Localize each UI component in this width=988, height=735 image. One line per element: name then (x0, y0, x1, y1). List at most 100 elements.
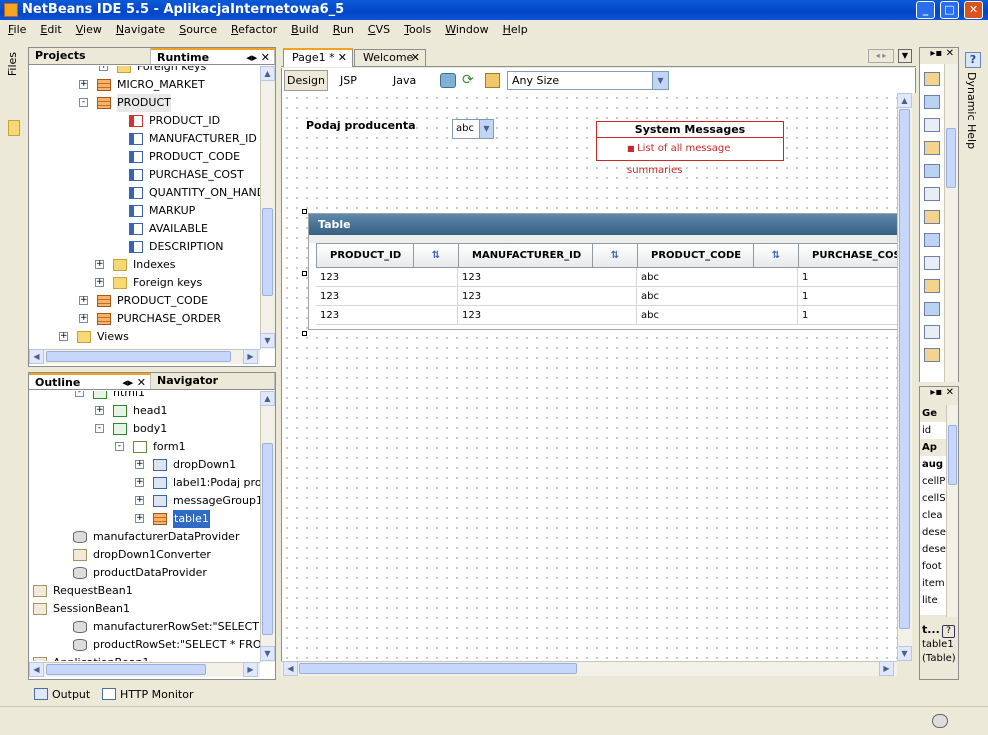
outline-item[interactable]: - html1 (29, 391, 261, 402)
calendar-icon[interactable] (924, 210, 940, 224)
tab-welcome[interactable]: Welcome ✕ (354, 49, 426, 66)
size-select[interactable]: Any Size ▼ (507, 71, 669, 90)
grid-panel-icon[interactable] (924, 118, 940, 132)
property-row[interactable]: dese (920, 541, 946, 558)
table-row[interactable]: 123 123 abc 1 (316, 268, 900, 287)
expand-icon[interactable]: + (135, 514, 144, 523)
scroll-up-icon[interactable]: ▲ (260, 66, 275, 81)
outline-item[interactable]: + label1:Podaj producer (29, 474, 261, 492)
menu-refactor[interactable]: Refactor (223, 20, 283, 39)
canvas-hscrollbar[interactable]: ◀ ▶ (281, 661, 897, 676)
runtime-hscrollbar[interactable]: ◀ ▶ (29, 349, 260, 364)
expand-icon[interactable]: + (95, 278, 104, 287)
refresh-icon[interactable]: ⟳ (462, 73, 478, 88)
show-virtual-forms-icon[interactable] (485, 73, 500, 88)
scroll-down-icon[interactable]: ▼ (260, 646, 275, 661)
tree-item[interactable]: + Foreign keys (29, 66, 261, 76)
table-component-icon[interactable] (924, 141, 940, 155)
help-icon[interactable]: ? (965, 52, 981, 68)
button-icon[interactable] (924, 95, 940, 109)
text-field-icon[interactable] (924, 72, 940, 86)
close-icon[interactable]: ◂▸ ✕ (246, 50, 270, 66)
tab-outline[interactable]: Outline ◂▸ ✕ (29, 373, 151, 389)
table-row[interactable]: 123 123 abc 1 (316, 287, 900, 306)
sort-icon[interactable]: ⇅ (753, 244, 798, 267)
scroll-thumb[interactable] (899, 109, 910, 629)
sort-icon[interactable]: ⇅ (592, 244, 637, 267)
dropdown-icon[interactable] (924, 164, 940, 178)
property-row[interactable]: cellS (920, 490, 946, 507)
scroll-thumb[interactable] (262, 208, 273, 296)
maximize-button[interactable]: □ (940, 1, 959, 19)
tree-item[interactable]: + PRODUCT_CODE (29, 292, 261, 310)
scroll-thumb[interactable] (262, 443, 273, 635)
tab-projects[interactable]: Projects (29, 48, 151, 64)
resize-handle[interactable] (302, 331, 307, 336)
property-row[interactable]: Ge (920, 405, 946, 422)
files-tab[interactable]: Files (6, 52, 19, 76)
table-header-cell[interactable]: PRODUCT_ID ⇅ (317, 244, 459, 267)
outline-item[interactable]: productDataProvider (29, 564, 261, 582)
hscroll-thumb[interactable] (46, 351, 231, 362)
outline-item[interactable]: RequestBean1 (29, 582, 261, 600)
outline-item[interactable]: ApplicationBean1 (29, 654, 261, 661)
upload-icon[interactable] (924, 233, 940, 247)
outline-hscrollbar[interactable]: ◀ ▶ (29, 662, 260, 677)
tab-page1[interactable]: Page1 * ✕ (283, 48, 353, 67)
tree-item[interactable]: DESCRIPTION (29, 238, 261, 256)
system-messages-group[interactable]: System Messages ■ List of all message su… (596, 121, 784, 176)
scroll-left-icon[interactable]: ◀ (283, 661, 298, 676)
checkbox-group-icon[interactable] (924, 187, 940, 201)
property-row[interactable]: Ap (920, 439, 946, 456)
expand-icon[interactable]: + (95, 406, 104, 415)
tree-item[interactable]: PRODUCT_CODE (29, 148, 261, 166)
outline-item[interactable]: + messageGroup1 (29, 492, 261, 510)
menu-window[interactable]: Window (437, 20, 494, 39)
expand-icon[interactable]: + (95, 260, 104, 269)
tree-item[interactable]: MANUFACTURER_ID (29, 130, 261, 148)
palette-scrollbar[interactable] (944, 64, 958, 382)
expand-icon[interactable]: + (99, 66, 108, 71)
menu-file[interactable]: File (0, 20, 32, 39)
property-row[interactable]: aug (920, 456, 946, 473)
outline-item[interactable]: - body1 (29, 420, 261, 438)
page-fragment-icon[interactable] (924, 279, 940, 293)
expand-icon[interactable]: + (59, 332, 68, 341)
expand-icon[interactable]: + (79, 296, 88, 305)
producer-dropdown[interactable]: abc ▼ (452, 119, 494, 139)
scroll-up-icon[interactable]: ▲ (260, 391, 275, 406)
resize-handle[interactable] (302, 271, 307, 276)
jsp-view-button[interactable]: JSP (340, 70, 357, 91)
expand-icon[interactable]: + (135, 478, 144, 487)
menu-build[interactable]: Build (283, 20, 325, 39)
menu-edit[interactable]: Edit (32, 20, 67, 39)
resize-handle[interactable] (302, 209, 307, 214)
property-row[interactable]: lite (920, 592, 946, 609)
tree-item[interactable]: + MICRO_MARKET (29, 76, 261, 94)
scroll-left-icon[interactable]: ◀ (29, 349, 44, 364)
tree-item[interactable]: AVAILABLE (29, 220, 261, 238)
expand-icon[interactable]: - (79, 98, 88, 107)
outline-item[interactable]: dropDown1Converter (29, 546, 261, 564)
property-row[interactable]: item (920, 575, 946, 592)
table-header-cell[interactable]: PRODUCT_CODE ⇅ (638, 244, 799, 267)
chevron-down-icon[interactable]: ▼ (479, 120, 493, 138)
menu-source[interactable]: Source (171, 20, 223, 39)
scroll-thumb[interactable] (948, 425, 957, 485)
dynamic-help-tab[interactable]: ? Dynamic Help (962, 50, 984, 160)
menu-navigate[interactable]: Navigate (108, 20, 171, 39)
table-header-cell[interactable]: MANUFACTURER_ID ⇅ (459, 244, 638, 267)
property-row[interactable]: id (920, 422, 946, 439)
link-icon[interactable] (924, 348, 940, 362)
property-row[interactable]: clea (920, 507, 946, 524)
tree-item[interactable]: QUANTITY_ON_HAND (29, 184, 261, 202)
producer-label[interactable]: Podaj producenta (306, 119, 416, 132)
menu-run[interactable]: Run (325, 20, 360, 39)
property-row[interactable]: cellP (920, 473, 946, 490)
expand-icon[interactable]: + (79, 80, 88, 89)
message-icon[interactable] (924, 325, 940, 339)
sort-icon[interactable]: ⇅ (413, 244, 458, 267)
outline-item[interactable]: manufacturerDataProvider (29, 528, 261, 546)
scroll-tabs-icon[interactable]: ◂ ▸ (868, 49, 894, 63)
close-icon[interactable]: ✕ (338, 50, 347, 66)
